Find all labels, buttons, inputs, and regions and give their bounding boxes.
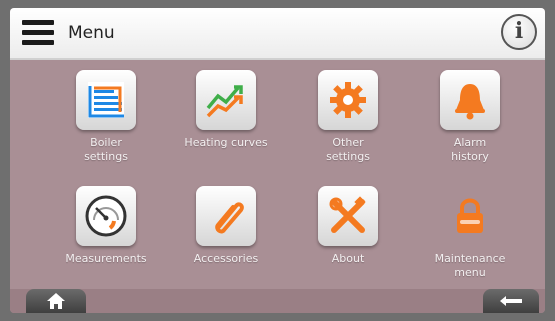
tile-alarm-history[interactable]: Alarm history [408, 70, 532, 164]
home-icon [47, 293, 65, 309]
tile-boiler-settings[interactable]: Boiler settings [44, 70, 168, 164]
tile-label: Measurements [65, 252, 147, 265]
menu-screen: Menu i Boiler settings Heating curves Ot… [10, 8, 545, 313]
heating-curves-icon [196, 70, 256, 130]
boiler-settings-icon [76, 70, 136, 130]
bell-icon [440, 70, 500, 130]
tile-label: About [331, 252, 365, 265]
tile-accessories[interactable]: Accessories [164, 186, 288, 266]
tile-measurements[interactable]: Measurements [44, 186, 168, 266]
header-bar: Menu i [10, 8, 545, 60]
home-button[interactable] [26, 289, 86, 313]
tile-label: Boiler settings [84, 136, 128, 163]
tile-other-settings[interactable]: Other settings [286, 70, 410, 164]
back-arrow-icon [500, 296, 522, 306]
paperclip-icon [196, 186, 256, 246]
info-button[interactable]: i [501, 14, 537, 50]
tile-heating-curves[interactable]: Heating curves [164, 70, 288, 150]
tile-maintenance-menu[interactable]: Maintenance menu [408, 186, 532, 280]
tile-label: Alarm history [451, 136, 489, 163]
gauge-icon [76, 186, 136, 246]
tile-about[interactable]: About [286, 186, 410, 266]
lock-icon [440, 186, 500, 246]
tile-label: Accessories [193, 252, 259, 265]
hamburger-menu-icon[interactable] [22, 20, 54, 46]
back-button[interactable] [483, 289, 539, 313]
gear-icon [318, 70, 378, 130]
tools-icon [318, 186, 378, 246]
tile-label: Other settings [326, 136, 370, 163]
footer-bar [10, 289, 545, 313]
page-title: Menu [68, 23, 115, 43]
tile-label: Heating curves [184, 136, 268, 149]
tile-label: Maintenance menu [434, 252, 506, 279]
